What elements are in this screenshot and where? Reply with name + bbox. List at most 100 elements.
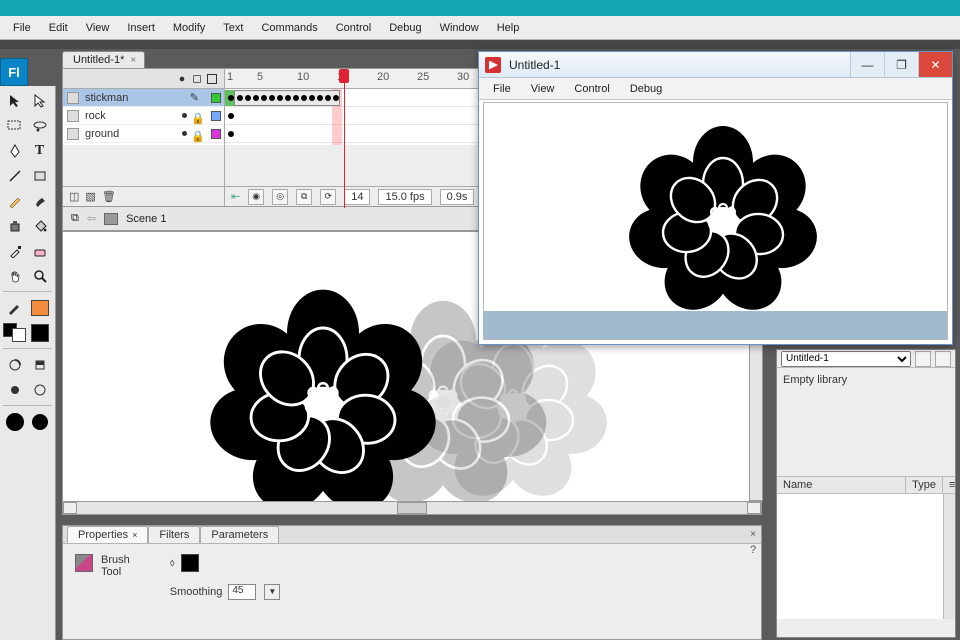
collapse-icon[interactable]: ⧉ [71,212,79,225]
preview-menu-view[interactable]: View [521,80,565,98]
eraser-tool[interactable] [28,239,51,262]
default-colors-swatch[interactable] [28,321,51,344]
keyframe-icon[interactable] [293,95,299,101]
pencil-tool[interactable] [3,189,26,212]
swf-preview-window[interactable]: Untitled-1 — ❐ ✕ File View Control Debug [478,51,953,345]
stage-scrollbar-horizontal[interactable] [62,501,762,515]
keyframe-icon[interactable] [253,95,259,101]
subselection-tool[interactable] [28,89,51,112]
pin-library-icon[interactable] [915,351,931,367]
col-sort-icon[interactable]: ≡ [942,477,955,493]
keyframe-icon[interactable] [277,95,283,101]
outline-column-icon[interactable] [207,74,217,84]
fill-style-icon[interactable]: ⬨ [170,557,175,570]
menu-modify[interactable]: Modify [164,18,214,38]
zoom-tool[interactable] [28,264,51,287]
swap-colors-icon[interactable] [3,321,26,344]
document-tab[interactable]: Untitled-1* × [62,51,145,68]
menu-control[interactable]: Control [327,18,380,38]
playhead-icon[interactable] [339,69,349,83]
scroll-right-icon[interactable] [747,502,761,514]
minimize-button[interactable]: — [850,52,884,77]
option-oval-icon[interactable] [3,378,26,401]
close-icon[interactable]: × [747,528,759,540]
keyframe-icon[interactable] [309,95,315,101]
layer-row[interactable]: rock 🔒 [63,107,225,125]
keyframe-icon[interactable] [325,95,331,101]
keyframe-icon[interactable] [245,95,251,101]
col-type[interactable]: Type [906,477,942,493]
brush-size-icon[interactable] [3,410,26,433]
visibility-column-icon[interactable] [177,74,187,84]
delete-layer-icon[interactable]: 🗑 [102,190,116,203]
free-transform-tool[interactable] [28,114,51,137]
menu-text[interactable]: Text [214,18,252,38]
new-library-icon[interactable] [935,351,951,367]
fill-color-swatch[interactable] [28,296,51,319]
menu-window[interactable]: Window [431,18,488,38]
paint-bucket-tool[interactable] [28,214,51,237]
scene-name[interactable]: Scene 1 [126,213,166,225]
library-scrollbar[interactable] [943,494,955,619]
brush-tool[interactable] [28,189,51,212]
onion-outline-icon[interactable]: ◎ [272,189,288,205]
text-tool[interactable]: T [28,139,51,162]
menu-file[interactable]: File [4,18,40,38]
preview-menu-control[interactable]: Control [564,80,619,98]
new-folder-icon[interactable]: ▧ [85,190,95,203]
rectangle-tool[interactable] [28,164,51,187]
library-item-list[interactable] [777,494,943,619]
lock-column-icon[interactable] [193,75,201,83]
preview-menu-file[interactable]: File [483,80,521,98]
layer-row[interactable]: ground 🔒 [63,125,225,143]
new-layer-icon[interactable]: ◫ [69,190,79,203]
option-snap-icon[interactable] [3,353,26,376]
dropdown-icon[interactable]: ▼ [264,584,280,600]
library-document-select[interactable]: Untitled-1 [781,351,911,367]
brush-shape-icon[interactable] [28,410,51,433]
close-icon[interactable]: × [132,530,137,540]
option-rect-icon[interactable] [28,378,51,401]
menu-debug[interactable]: Debug [380,18,430,38]
keyframe-icon[interactable] [269,95,275,101]
menu-commands[interactable]: Commands [252,18,326,38]
menu-view[interactable]: View [77,18,119,38]
keyframe-icon[interactable] [333,95,339,101]
lasso-tool[interactable] [3,114,26,137]
keyframe-icon[interactable] [301,95,307,101]
keyframe-icon[interactable] [228,95,234,101]
menu-help[interactable]: Help [488,18,529,38]
pen-tool[interactable] [3,139,26,162]
tab-parameters[interactable]: Parameters [200,526,279,543]
eyedropper-tool[interactable] [3,239,26,262]
preview-titlebar[interactable]: Untitled-1 — ❐ ✕ [479,52,952,78]
menu-insert[interactable]: Insert [118,18,164,38]
onion-skin-icon[interactable]: ◉ [248,189,264,205]
modify-markers-icon[interactable]: ⟳ [320,189,336,205]
smoothing-input[interactable]: 45 [228,584,256,600]
preview-menu-debug[interactable]: Debug [620,80,672,98]
close-icon[interactable]: × [130,55,136,66]
ink-bottle-tool[interactable] [3,214,26,237]
keyframe-icon[interactable] [317,95,323,101]
maximize-button[interactable]: ❐ [884,52,918,77]
keyframe-icon[interactable] [285,95,291,101]
back-icon[interactable]: ⇦ [87,212,96,225]
hand-tool[interactable] [3,264,26,287]
keyframe-icon[interactable] [261,95,267,101]
fill-color-swatch[interactable] [181,554,199,572]
selection-tool[interactable] [3,89,26,112]
col-name[interactable]: Name [777,477,906,493]
help-icon[interactable]: ? [747,544,759,556]
tab-properties[interactable]: Properties× [67,526,148,543]
line-tool[interactable] [3,164,26,187]
keyframe-icon[interactable] [237,95,243,101]
edit-multiple-icon[interactable]: ⧉ [296,189,312,205]
tab-filters[interactable]: Filters [148,526,200,543]
keyframe-icon[interactable] [228,131,234,137]
close-button[interactable]: ✕ [918,52,952,77]
scroll-thumb[interactable] [397,502,427,514]
layer-row[interactable]: stickman ✎ [63,89,225,107]
scroll-left-icon[interactable] [63,502,77,514]
option-smooth-icon[interactable] [28,353,51,376]
